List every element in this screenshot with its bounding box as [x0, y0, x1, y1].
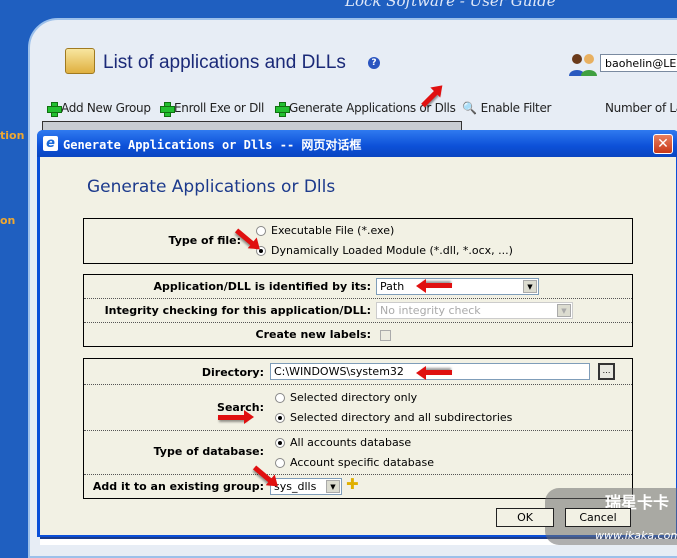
user-field[interactable]: baohelin@LE [600, 54, 677, 72]
option-label: Account specific database [290, 456, 434, 469]
add-group-icon[interactable]: ✚ [346, 475, 359, 493]
radio-button[interactable] [275, 412, 285, 423]
type-of-file-label: Type of file: [168, 234, 242, 247]
directory-label: Directory: [201, 366, 264, 379]
plus-icon [47, 101, 62, 117]
radio-button[interactable] [275, 392, 285, 403]
integrity-select[interactable]: No integrity check ▼ [376, 302, 573, 319]
search-label: Search: [217, 401, 264, 414]
identified-by-label: Application/DLL is identified by its: [153, 280, 371, 293]
generate-label: Generate Applications or Dlls [289, 101, 456, 115]
ok-button[interactable]: OK [496, 508, 554, 527]
directory-section: Directory: C:\WINDOWS\system32 … Search:… [83, 358, 633, 499]
filter-label: Enable Filter [480, 101, 552, 115]
folder-icon [65, 48, 95, 74]
banner-text: Lock Software - User Guide [345, 0, 556, 10]
ie-icon: e [43, 136, 58, 151]
red-arrow [218, 410, 254, 424]
sidebar-item[interactable]: on [0, 214, 15, 227]
radio-dir-only[interactable]: Selected directory only [275, 391, 417, 404]
option-label: Selected directory only [290, 391, 418, 404]
radio-subdirs[interactable]: Selected directory and all subdirectorie… [275, 411, 512, 424]
dialog-window: e Generate Applications or Dlls -- 网页对话框… [37, 130, 677, 537]
dialog-body: Generate Applications or Dlls Type of fi… [40, 157, 676, 535]
integrity-label: Integrity checking for this application/… [104, 304, 371, 317]
magnifier-icon: 🔍 [462, 101, 477, 115]
radio-button[interactable] [275, 457, 285, 468]
add-group-label: Add New Group [61, 101, 151, 115]
dialog-heading: Generate Applications or Dlls [87, 177, 336, 197]
radio-account-specific[interactable]: Account specific database [275, 456, 434, 469]
red-arrow [424, 370, 452, 375]
file-type-section: Type of file: Executable File (*.exe) Dy… [83, 218, 633, 264]
chevron-down-icon: ▼ [523, 280, 537, 293]
create-labels-label: Create new labels: [255, 328, 371, 341]
radio-dll[interactable]: Dynamically Loaded Module (*.dll, *.ocx,… [256, 244, 513, 257]
identified-by-select[interactable]: Path ▼ [376, 278, 539, 295]
red-arrow [424, 283, 452, 288]
close-button[interactable]: ✕ [653, 134, 673, 154]
chevron-down-icon: ▼ [326, 480, 340, 493]
option-label: Selected directory and all subdirectorie… [290, 411, 513, 424]
page-title: List of applications and DLLs [103, 52, 346, 73]
chevron-down-icon: ▼ [557, 304, 571, 317]
number-label: Number of La [605, 101, 677, 115]
identification-section: Application/DLL is identified by its: Pa… [83, 274, 633, 347]
option-label: Executable File (*.exe) [271, 224, 395, 237]
help-icon[interactable]: ? [368, 57, 380, 69]
dialog-titlebar[interactable]: e Generate Applications or Dlls -- 网页对话框… [37, 130, 677, 157]
radio-button[interactable] [275, 437, 285, 448]
enroll-button[interactable]: Enroll Exe or Dll [160, 101, 265, 117]
radio-all-accounts[interactable]: All accounts database [275, 436, 411, 449]
create-labels-checkbox[interactable] [380, 330, 391, 341]
watermark-url: www.ikaka.com [595, 529, 677, 542]
group-label: Add it to an existing group: [92, 480, 264, 493]
plus-icon [275, 101, 290, 117]
radio-button[interactable] [256, 225, 266, 236]
option-label: Dynamically Loaded Module (*.dll, *.ocx,… [271, 244, 513, 257]
add-group-button[interactable]: Add New Group [47, 101, 151, 117]
users-icon [569, 54, 597, 76]
browse-button[interactable]: … [598, 363, 615, 380]
enable-filter-button[interactable]: 🔍 Enable Filter [462, 101, 551, 115]
cancel-button[interactable]: Cancel [565, 508, 631, 527]
enroll-label: Enroll Exe or Dll [174, 101, 265, 115]
radio-exe[interactable]: Executable File (*.exe) [256, 224, 394, 237]
dialog-title: Generate Applications or Dlls -- 网页对话框 [63, 138, 362, 152]
option-label: All accounts database [290, 436, 412, 449]
plus-icon [160, 101, 175, 117]
database-label: Type of database: [153, 445, 264, 458]
sidebar-item[interactable]: tion [0, 129, 24, 142]
